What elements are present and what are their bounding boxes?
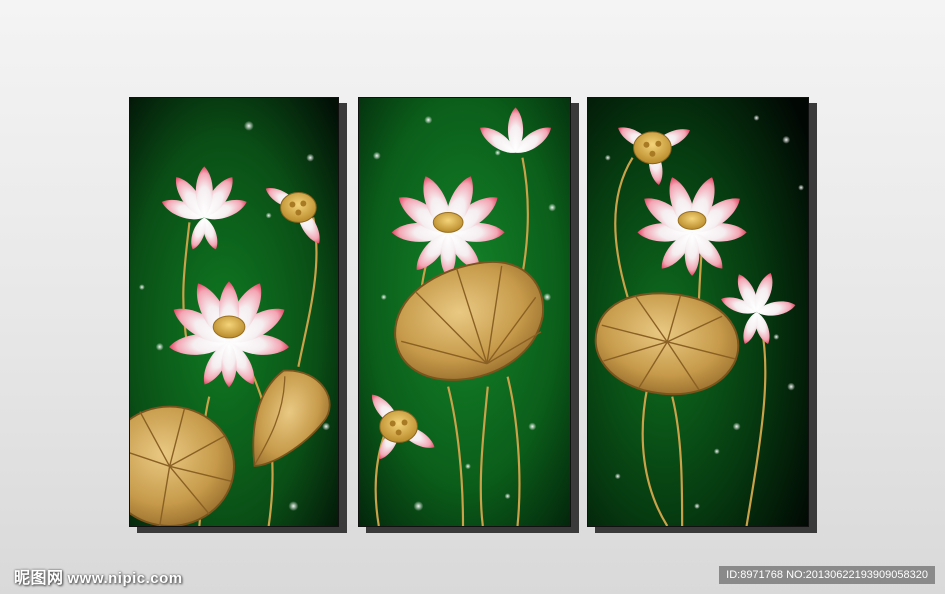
right-panel — [587, 97, 817, 533]
left-panel — [129, 97, 347, 533]
nipic-brand: 昵图网 — [14, 570, 64, 587]
image-id-label: ID:8971768 NO:20130622193909058320 — [719, 566, 935, 584]
right-panel-painting — [587, 97, 809, 527]
nipic-site: www.nipic.com — [67, 570, 183, 587]
left-panel-painting — [129, 97, 339, 527]
nipic-watermark: 昵图网 www.nipic.com — [14, 564, 183, 588]
center-panel-painting — [358, 97, 571, 527]
center-panel — [358, 97, 579, 533]
